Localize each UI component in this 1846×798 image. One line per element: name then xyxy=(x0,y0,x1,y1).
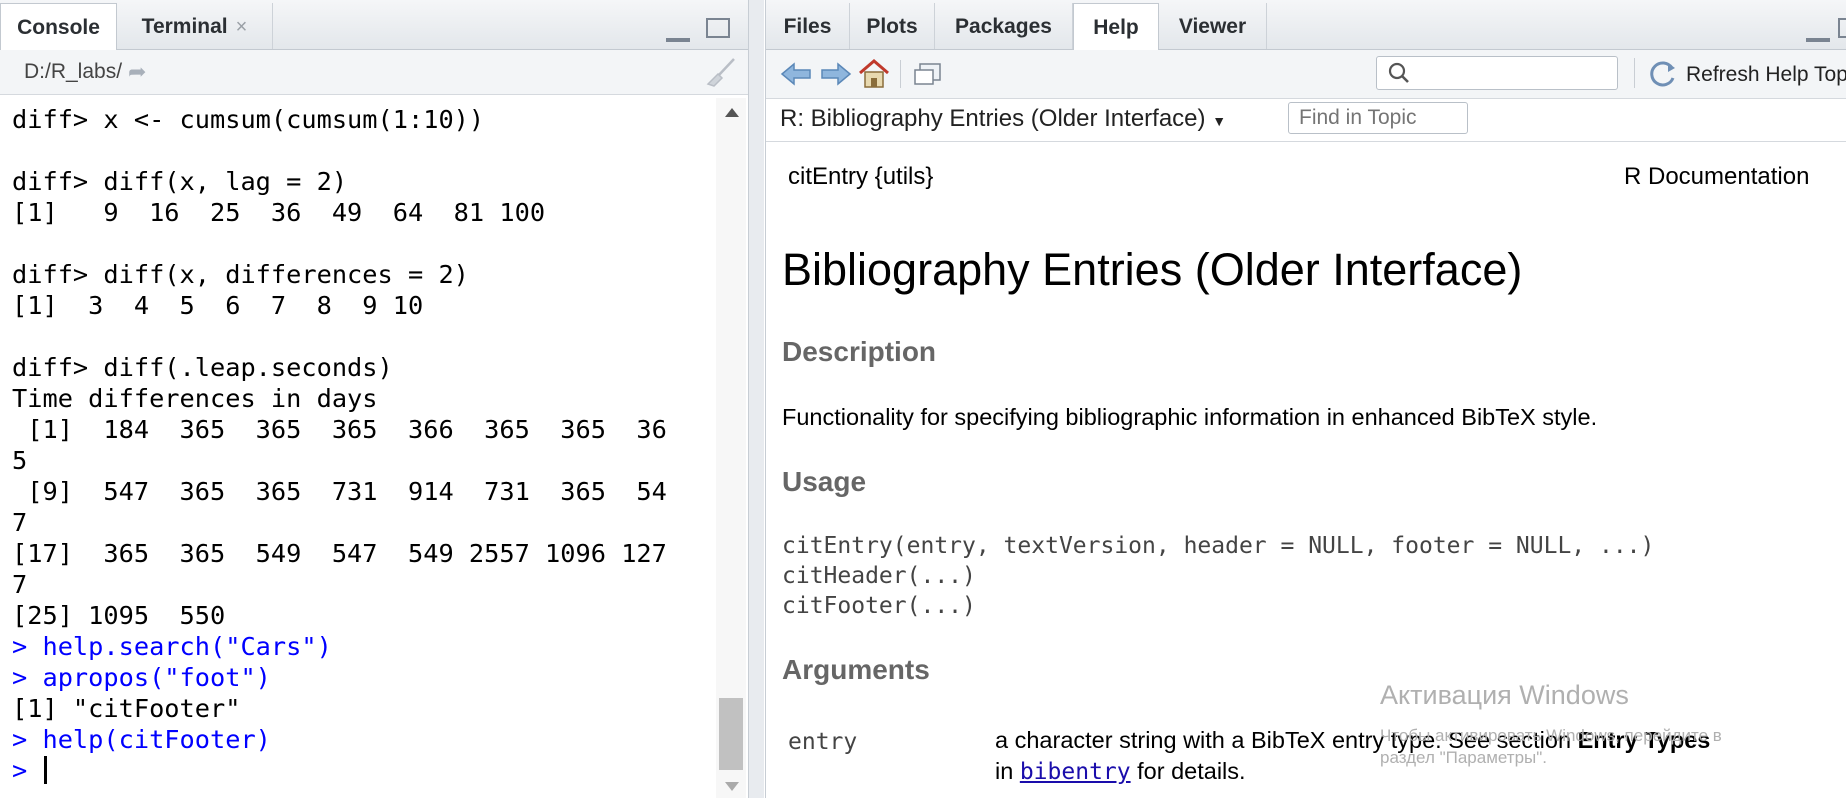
maximize-pane-icon[interactable] xyxy=(1838,18,1846,38)
refresh-help-topic-button[interactable]: Refresh Help Top xyxy=(1686,63,1846,87)
watermark-subtitle: Чтобы активировать Windows, перейдите в … xyxy=(1380,725,1722,769)
search-icon xyxy=(1388,62,1409,83)
tab-viewer-label: Viewer xyxy=(1178,15,1247,38)
watermark-line: раздел "Параметры". xyxy=(1380,748,1548,767)
console-line: Time differences in days xyxy=(12,384,378,413)
console-path-bar: D:/R_labs/ ➦ xyxy=(0,50,748,95)
close-icon[interactable]: × xyxy=(236,16,248,38)
console-line: 7 xyxy=(12,508,28,537)
console-line: [1] 9 16 25 36 49 64 81 100 xyxy=(12,198,546,227)
scrollbar-thumb[interactable] xyxy=(719,698,743,770)
console-line: [1] 184 365 365 365 366 365 365 36 xyxy=(12,415,667,444)
console-line: > help(citFooter) xyxy=(12,725,271,754)
minimize-pane-icon[interactable] xyxy=(1806,32,1830,42)
tab-plots-label: Plots xyxy=(866,15,918,38)
working-directory[interactable]: D:/R_labs/ xyxy=(24,60,122,84)
refresh-icon[interactable] xyxy=(1648,60,1678,88)
maximize-pane-icon[interactable] xyxy=(706,18,730,38)
argument-description-text: for details. xyxy=(1130,758,1246,784)
argument-name: entry xyxy=(788,729,858,755)
tab-viewer[interactable]: Viewer xyxy=(1159,3,1267,49)
doc-header-left: citEntry {utils} xyxy=(788,163,934,190)
arguments-heading: Arguments xyxy=(782,654,930,685)
minimize-pane-icon[interactable] xyxy=(666,32,690,42)
toolbar-separator xyxy=(1634,58,1635,88)
console-line: [25] 1095 550 xyxy=(12,601,226,630)
clear-console-icon[interactable] xyxy=(704,56,738,88)
argument-description-text: in xyxy=(995,758,1020,784)
topic-dropdown[interactable]: R: Bibliography Entries (Older Interface… xyxy=(780,105,1226,133)
tab-plots[interactable]: Plots xyxy=(850,3,935,49)
watermark-title: Активация Windows xyxy=(1380,680,1629,710)
console-prompt-line[interactable]: > xyxy=(12,755,712,786)
console-line: diff> diff(x, lag = 2) xyxy=(12,167,348,196)
console-prompt: > xyxy=(12,756,43,785)
console-line: diff> x <- cumsum(cumsum(1:10)) xyxy=(12,105,485,134)
show-in-new-window-icon[interactable] xyxy=(910,58,946,90)
bibentry-link[interactable]: bibentry xyxy=(1020,759,1131,785)
help-tabbar: Files Plots Packages Help Viewer xyxy=(766,0,1846,50)
console-line: > help.search("Cars") xyxy=(12,632,332,661)
console-output[interactable]: diff> x <- cumsum(cumsum(1:10)) diff> dif… xyxy=(12,104,712,794)
console-line: diff> diff(.leap.seconds) xyxy=(12,353,393,382)
help-search-input[interactable] xyxy=(1376,56,1618,90)
back-arrow-icon[interactable] xyxy=(778,58,814,90)
watermark-line: Чтобы активировать Windows, перейдите в xyxy=(1380,726,1722,745)
tab-console-label: Console xyxy=(17,16,100,39)
console-line: 7 xyxy=(12,570,28,599)
go-to-directory-icon[interactable]: ➦ xyxy=(128,60,146,85)
forward-arrow-icon[interactable] xyxy=(818,58,854,90)
console-line: 5 xyxy=(12,446,28,475)
console-line: [9] 547 365 365 731 914 731 365 54 xyxy=(12,477,667,506)
help-pane: Files Plots Packages Help Viewer Refresh… xyxy=(765,0,1846,798)
toolbar-separator xyxy=(900,60,901,88)
scroll-up-icon[interactable] xyxy=(725,108,739,117)
chevron-down-icon: ▼ xyxy=(1212,113,1227,129)
description-text: Functionality for specifying bibliograph… xyxy=(782,404,1598,430)
text-cursor xyxy=(44,756,48,784)
help-toolbar: Refresh Help Top xyxy=(766,50,1846,99)
tab-packages[interactable]: Packages xyxy=(935,3,1073,49)
tab-files[interactable]: Files xyxy=(766,3,850,49)
usage-heading: Usage xyxy=(782,466,867,497)
description-heading: Description xyxy=(782,336,937,367)
console-scrollbar[interactable] xyxy=(716,98,746,798)
tab-files-label: Files xyxy=(783,15,832,38)
topic-title: R: Bibliography Entries (Older Interface… xyxy=(780,105,1206,132)
pane-splitter[interactable] xyxy=(749,0,764,798)
tab-console[interactable]: Console xyxy=(0,3,117,50)
doc-title: Bibliography Entries (Older Interface) xyxy=(782,244,1523,295)
tab-help[interactable]: Help xyxy=(1073,3,1159,50)
help-topic-bar: R: Bibliography Entries (Older Interface… xyxy=(766,99,1846,142)
console-line: > apropos("foot") xyxy=(12,663,271,692)
tab-terminal[interactable]: Terminal × xyxy=(117,3,273,49)
console-pane: Console Terminal × D:/R_labs/ ➦ diff> x <… xyxy=(0,0,749,798)
tab-terminal-label: Terminal xyxy=(141,15,228,38)
doc-header-right: R Documentation xyxy=(1624,163,1810,190)
console-line: diff> diff(x, differences = 2) xyxy=(12,260,469,289)
usage-code: citEntry(entry, textVersion, header = NU… xyxy=(782,533,1655,619)
find-in-topic-input[interactable] xyxy=(1288,102,1468,134)
console-line: [17] 365 365 549 547 549 2557 1096 127 xyxy=(12,539,667,568)
console-line: [1] 3 4 5 6 7 8 9 10 xyxy=(12,291,424,320)
tab-packages-label: Packages xyxy=(955,15,1052,38)
console-line: [1] "citFooter" xyxy=(12,694,241,723)
console-tabbar: Console Terminal × xyxy=(0,0,748,50)
windows-activation-watermark: Активация Windows Чтобы активировать Win… xyxy=(1380,680,1722,769)
tab-help-label: Help xyxy=(1093,16,1139,39)
home-icon[interactable] xyxy=(856,58,892,90)
scroll-down-icon[interactable] xyxy=(725,782,739,791)
